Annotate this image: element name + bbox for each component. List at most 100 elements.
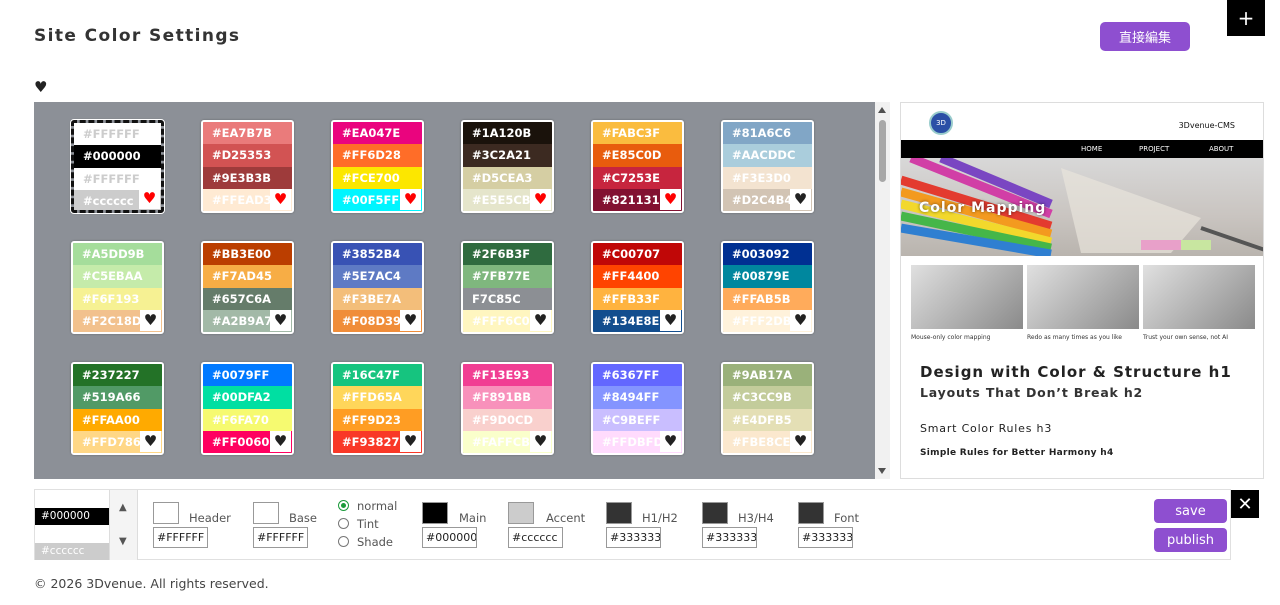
- favorite-heart-icon[interactable]: ♥: [139, 188, 160, 209]
- palette-scrollbar[interactable]: [875, 102, 890, 479]
- palette-color-stripe[interactable]: #00879E: [723, 265, 812, 288]
- mode-shade[interactable]: Shade: [338, 535, 393, 549]
- palette-card[interactable]: #9AB17A #C3CC9B #E4DFB5 #FBE8CE ♥: [721, 362, 814, 455]
- palette-color-stripe[interactable]: #EA047E: [333, 122, 422, 145]
- palette-color-stripe[interactable]: #F3BE7A: [333, 287, 422, 310]
- palette-color-stripe[interactable]: #FFB33F: [593, 287, 682, 310]
- base-value-input[interactable]: #FFFFFF: [253, 527, 308, 548]
- font-value-input[interactable]: #333333: [798, 527, 853, 548]
- palette-card[interactable]: #6367FF #8494FF #C9BEFF #FFDBFD ♥: [591, 362, 684, 455]
- palette-card[interactable]: #A5DD9B #C5EBAA #F6F193 #F2C18D ♥: [71, 241, 164, 334]
- favorite-heart-icon[interactable]: ♥: [790, 310, 811, 331]
- palette-color-stripe[interactable]: #5E7AC4: [333, 265, 422, 288]
- palette-color-stripe[interactable]: #519A66: [73, 386, 162, 409]
- palette-color-stripe[interactable]: #A5DD9B: [73, 243, 162, 266]
- favorite-heart-icon[interactable]: ♥: [140, 310, 161, 331]
- mode-shade-radio[interactable]: [338, 536, 349, 547]
- palette-color-stripe[interactable]: #9E3B3B: [203, 166, 292, 189]
- favorite-heart-icon[interactable]: ♥: [790, 431, 811, 452]
- main-color-box[interactable]: [422, 502, 448, 524]
- palette-color-stripe[interactable]: #C3CC9B: [723, 386, 812, 409]
- palette-color-stripe[interactable]: #F9D0CD: [463, 408, 552, 431]
- palette-card[interactable]: #C00707 #FF4400 #FFB33F #134E8E ♥: [591, 241, 684, 334]
- favorite-heart-icon[interactable]: ♥: [530, 310, 551, 331]
- palette-color-stripe[interactable]: #0079FF: [203, 364, 292, 387]
- palette-card[interactable]: #EA7B7B #D25353 #9E3B3B #FFEAD3 ♥: [201, 120, 294, 213]
- favorite-heart-icon[interactable]: ♥: [400, 431, 421, 452]
- header-color-box[interactable]: [153, 502, 179, 524]
- palette-color-stripe[interactable]: #E4DFB5: [723, 408, 812, 431]
- favorites-filter-icon[interactable]: ♥: [34, 78, 47, 96]
- palette-color-stripe[interactable]: #F6F193: [73, 287, 162, 310]
- favorite-heart-icon[interactable]: ♥: [660, 189, 681, 210]
- palette-card[interactable]: #0079FF #00DFA2 #F6FA70 #FF0060 ♥: [201, 362, 294, 455]
- palette-card[interactable]: #F13E93 #F891BB #F9D0CD #FAFFCB ♥: [461, 362, 554, 455]
- mode-tint-radio[interactable]: [338, 518, 349, 529]
- palette-color-stripe[interactable]: #237227: [73, 364, 162, 387]
- font-color-box[interactable]: [798, 502, 824, 524]
- palette-color-stripe[interactable]: #3852B4: [333, 243, 422, 266]
- publish-button[interactable]: publish: [1154, 528, 1227, 552]
- h1h2-color-box[interactable]: [606, 502, 632, 524]
- base-color-box[interactable]: [253, 502, 279, 524]
- palette-card[interactable]: #FABC3F #E85C0D #C7253E #821131 ♥: [591, 120, 684, 213]
- favorite-heart-icon[interactable]: ♥: [270, 189, 291, 210]
- palette-color-stripe[interactable]: #FFFFFF: [74, 123, 161, 146]
- add-button[interactable]: +: [1227, 0, 1265, 36]
- favorite-heart-icon[interactable]: ♥: [660, 431, 681, 452]
- mode-normal-radio[interactable]: [338, 500, 349, 511]
- direct-edit-button[interactable]: 直接編集: [1100, 22, 1190, 51]
- palette-color-stripe[interactable]: #EA7B7B: [203, 122, 292, 145]
- palette-color-stripe[interactable]: #F13E93: [463, 364, 552, 387]
- palette-color-stripe[interactable]: #E85C0D: [593, 144, 682, 167]
- palette-color-stripe[interactable]: #C9BEFF: [593, 408, 682, 431]
- palette-card[interactable]: #BB3E00 #F7AD45 #657C6A #A2B9A7 ♥: [201, 241, 294, 334]
- palette-color-stripe[interactable]: #FFAB5B: [723, 287, 812, 310]
- mode-normal[interactable]: normal: [338, 499, 397, 513]
- palette-card[interactable]: #16C47F #FFD65A #FF9D23 #F93827 ♥: [331, 362, 424, 455]
- palette-color-stripe[interactable]: #F3E3D0: [723, 166, 812, 189]
- palette-color-stripe[interactable]: #003092: [723, 243, 812, 266]
- palette-card[interactable]: #003092 #00879E #FFAB5B #FFF2DB ♥: [721, 241, 814, 334]
- palette-color-stripe[interactable]: #C5EBAA: [73, 265, 162, 288]
- palette-color-stripe[interactable]: #3C2A21: [463, 144, 552, 167]
- palette-color-stripe[interactable]: #00DFA2: [203, 386, 292, 409]
- palette-color-stripe[interactable]: #000000: [74, 145, 161, 168]
- palette-card[interactable]: #2F6B3F #7FB77E F7C85C #FFF6C0 ♥: [461, 241, 554, 334]
- favorite-heart-icon[interactable]: ♥: [530, 431, 551, 452]
- palette-color-stripe[interactable]: #9AB17A: [723, 364, 812, 387]
- next-palette-arrow[interactable]: ▼: [119, 536, 127, 547]
- favorite-heart-icon[interactable]: ♥: [790, 189, 811, 210]
- palette-color-stripe[interactable]: #FFAA00: [73, 408, 162, 431]
- accent-value-input[interactable]: #cccccc: [508, 527, 563, 548]
- palette-card[interactable]: #3852B4 #5E7AC4 #F3BE7A #F08D39 ♥: [331, 241, 424, 334]
- accent-color-box[interactable]: [508, 502, 534, 524]
- palette-color-stripe[interactable]: #8494FF: [593, 386, 682, 409]
- prev-palette-arrow[interactable]: ▲: [119, 502, 127, 513]
- palette-color-stripe[interactable]: #FFD65A: [333, 386, 422, 409]
- save-button[interactable]: save: [1154, 499, 1227, 523]
- palette-color-stripe[interactable]: #16C47F: [333, 364, 422, 387]
- scroll-down-arrow[interactable]: [878, 468, 886, 474]
- favorite-heart-icon[interactable]: ♥: [400, 310, 421, 331]
- favorite-heart-icon[interactable]: ♥: [140, 431, 161, 452]
- favorite-heart-icon[interactable]: ♥: [270, 310, 291, 331]
- palette-color-stripe[interactable]: #D5CEA3: [463, 166, 552, 189]
- close-editor-button[interactable]: ✕: [1231, 490, 1259, 518]
- palette-color-stripe[interactable]: #C7253E: [593, 166, 682, 189]
- header-value-input[interactable]: #FFFFFF: [153, 527, 208, 548]
- palette-color-stripe[interactable]: #6367FF: [593, 364, 682, 387]
- palette-card[interactable]: #1A120B #3C2A21 #D5CEA3 #E5E5CB ♥: [461, 120, 554, 213]
- favorite-heart-icon[interactable]: ♥: [400, 189, 421, 210]
- palette-color-stripe[interactable]: #FF9D23: [333, 408, 422, 431]
- palette-color-stripe[interactable]: #C00707: [593, 243, 682, 266]
- palette-color-stripe[interactable]: #AACDDC: [723, 144, 812, 167]
- favorite-heart-icon[interactable]: ♥: [660, 310, 681, 331]
- h3h4-color-box[interactable]: [702, 502, 728, 524]
- palette-color-stripe[interactable]: #657C6A: [203, 287, 292, 310]
- palette-card[interactable]: #237227 #519A66 #FFAA00 #FFD786 ♥: [71, 362, 164, 455]
- palette-card[interactable]: #EA047E #FF6D28 #FCE700 #00F5FF ♥: [331, 120, 424, 213]
- favorite-heart-icon[interactable]: ♥: [270, 431, 291, 452]
- palette-color-stripe[interactable]: #D25353: [203, 144, 292, 167]
- palette-color-stripe[interactable]: #FF4400: [593, 265, 682, 288]
